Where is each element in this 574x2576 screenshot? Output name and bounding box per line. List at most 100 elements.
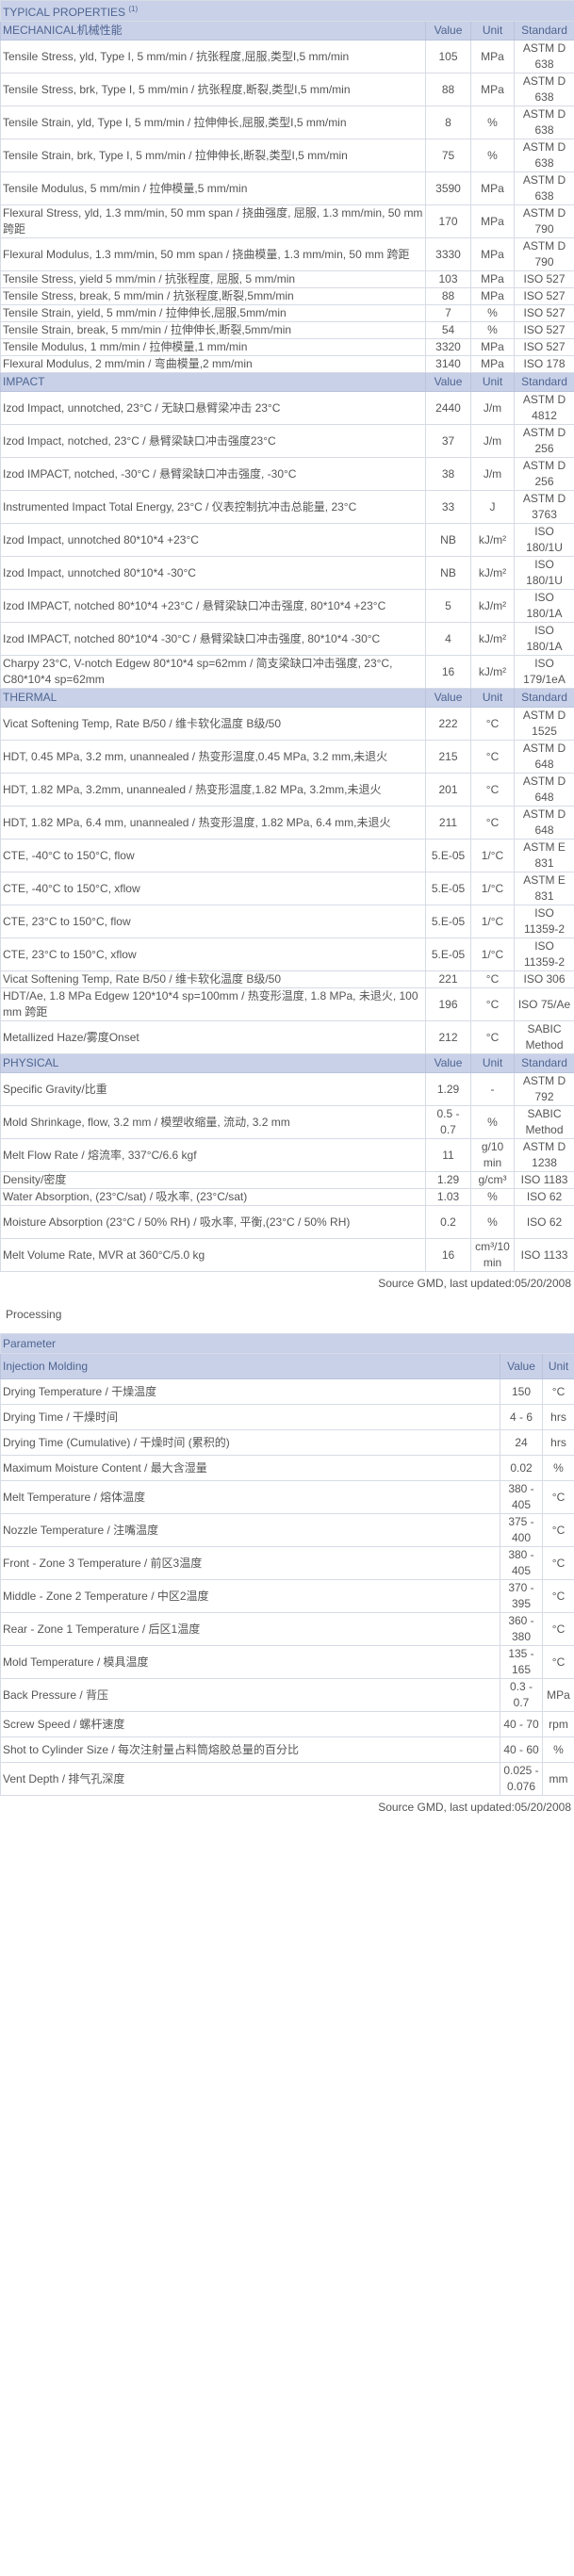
property-unit: 1/°C [470, 937, 515, 971]
processing-unit: °C [542, 1645, 574, 1679]
processing-parameter: Front - Zone 3 Temperature / 前区3温度 [0, 1546, 500, 1580]
property-name: HDT, 0.45 MPa, 3.2 mm, unannealed / 热变形温… [0, 740, 426, 774]
processing-parameter: Rear - Zone 1 Temperature / 后区1温度 [0, 1612, 500, 1646]
property-value: 1.29 [425, 1072, 471, 1106]
property-unit: 1/°C [470, 905, 515, 938]
property-standard: ASTM D 792 [513, 1072, 574, 1106]
unit-header: Unit [470, 21, 515, 41]
processing-parameter: Shot to Cylinder Size / 每次注射量占料筒熔胶总量的百分比 [0, 1736, 500, 1763]
property-value: 88 [425, 73, 471, 106]
value-header: Value [425, 1053, 471, 1073]
property-unit: % [470, 1188, 515, 1206]
processing-row: Nozzle Temperature / 注嘴温度 375 - 400 °C [0, 1513, 574, 1547]
property-row: Vicat Softening Temp, Rate B/50 / 维卡软化温度… [0, 970, 574, 988]
property-value: 105 [425, 40, 471, 73]
processing-unit: °C [542, 1612, 574, 1646]
processing-row: Rear - Zone 1 Temperature / 后区1温度 360 - 3… [0, 1612, 574, 1646]
property-unit: °C [470, 806, 515, 840]
processing-unit: °C [542, 1378, 574, 1405]
property-unit: % [470, 106, 515, 139]
processing-value: 135 - 165 [500, 1645, 543, 1679]
property-name: Metallized Haze/雾度Onset [0, 1020, 426, 1054]
property-row: HDT, 1.82 MPa, 6.4 mm, unannealed / 热变形温… [0, 806, 574, 840]
property-unit: J/m [470, 457, 515, 491]
processing-parameter: Nozzle Temperature / 注嘴温度 [0, 1513, 500, 1547]
property-name: Izod Impact, notched, 23°C / 悬臂梁缺口冲击强度23… [0, 424, 426, 458]
processing-unit: hrs [542, 1404, 574, 1430]
property-standard: ISO 180/1U [513, 556, 574, 590]
typical-properties-title: TYPICAL PROPERTIES (1) [0, 0, 574, 22]
property-name: Melt Flow Rate / 熔流率, 337°C/6.6 kgf [0, 1138, 426, 1172]
processing-unit: rpm [542, 1711, 574, 1737]
property-standard: ISO 75/Ae [513, 987, 574, 1021]
property-name: Izod IMPACT, notched, -30°C / 悬臂梁缺口冲击强度,… [0, 457, 426, 491]
property-row: Specific Gravity/比重 1.29- ASTM D 792 [0, 1072, 574, 1106]
property-standard: ISO 62 [513, 1188, 574, 1206]
typical-properties-title-row: TYPICAL PROPERTIES (1) [0, 0, 574, 22]
property-row: Tensile Stress, break, 5 mm/min / 抗张程度,断… [0, 287, 574, 305]
property-standard: ASTM D 638 [513, 171, 574, 205]
processing-unit: MPa [542, 1678, 574, 1712]
processing-row: Vent Depth / 排气孔深度 0.025 - 0.076 mm [0, 1762, 574, 1796]
section-name: IMPACT [0, 372, 426, 392]
property-name: Melt Volume Rate, MVR at 360°C/5.0 kg [0, 1238, 426, 1272]
property-value: 3590 [425, 171, 471, 205]
property-name: HDT, 1.82 MPa, 6.4 mm, unannealed / 热变形温… [0, 806, 426, 840]
property-standard: ASTM D 3763 [513, 490, 574, 524]
property-standard: ISO 180/1A [513, 622, 574, 656]
property-unit: kJ/m² [470, 523, 515, 557]
processing-parameter-header-row: Parameter [0, 1333, 574, 1354]
property-value: 37 [425, 424, 471, 458]
property-row: Vicat Softening Temp, Rate B/50 / 维卡软化温度… [0, 707, 574, 741]
property-standard: ISO 62 [513, 1205, 574, 1239]
property-unit: MPa [470, 73, 515, 106]
property-value: 5.E-05 [425, 872, 471, 905]
processing-unit: mm [542, 1762, 574, 1796]
property-name: HDT, 1.82 MPa, 3.2mm, unannealed / 热变形温度… [0, 773, 426, 807]
property-standard: ISO 527 [513, 321, 574, 339]
property-name: CTE, -40°C to 150°C, flow [0, 839, 426, 872]
property-value: 5.E-05 [425, 905, 471, 938]
property-unit: MPa [470, 204, 515, 238]
property-value: 5 [425, 589, 471, 623]
property-row: Water Absorption, (23°C/sat) / 吸水率, (23°… [0, 1188, 574, 1206]
property-value: 0.5 - 0.7 [425, 1105, 471, 1139]
property-unit: MPa [470, 270, 515, 288]
value-header: Value [425, 21, 471, 41]
property-row: Mold Shrinkage, flow, 3.2 mm / 模塑收缩量, 流动… [0, 1105, 574, 1139]
property-row: Charpy 23°C, V-notch Edgew 80*10*4 sp=62… [0, 655, 574, 689]
property-unit: kJ/m² [470, 556, 515, 590]
property-standard: SABIC Method [513, 1105, 574, 1139]
processing-row: Shot to Cylinder Size / 每次注射量占料筒熔胶总量的百分比… [0, 1736, 574, 1763]
property-value: 11 [425, 1138, 471, 1172]
processing-unit: % [542, 1455, 574, 1481]
property-name: Tensile Stress, break, 5 mm/min / 抗张程度,断… [0, 287, 426, 305]
property-name: Tensile Strain, break, 5 mm/min / 拉伸伸长,断… [0, 321, 426, 339]
property-unit: MPa [470, 355, 515, 373]
property-name: CTE, 23°C to 150°C, flow [0, 905, 426, 938]
property-unit: % [470, 321, 515, 339]
property-value: 7 [425, 304, 471, 322]
processing-title: Processing [6, 1308, 62, 1321]
processing-unit: °C [542, 1513, 574, 1547]
property-standard: ISO 527 [513, 304, 574, 322]
property-row: CTE, 23°C to 150°C, flow 5.E-05 1/°C ISO 11… [0, 905, 574, 938]
section-name: MECHANICAL机械性能 [0, 21, 426, 41]
value-header: Value [425, 688, 471, 708]
property-standard: ASTM E 831 [513, 872, 574, 905]
property-standard: ISO 180/1A [513, 589, 574, 623]
property-standard: ASTM D 638 [513, 40, 574, 73]
property-name: Instrumented Impact Total Energy, 23°C /… [0, 490, 426, 524]
property-unit: - [470, 1072, 515, 1106]
processing-value: 380 - 405 [500, 1480, 543, 1514]
property-unit: MPa [470, 237, 515, 271]
property-name: Tensile Stress, yld, Type I, 5 mm/min / … [0, 40, 426, 73]
property-unit: °C [470, 970, 515, 988]
property-value: 103 [425, 270, 471, 288]
property-unit: kJ/m² [470, 622, 515, 656]
property-value: 1.03 [425, 1188, 471, 1206]
property-unit: J/m [470, 391, 515, 425]
processing-row: Drying Temperature / 干燥温度 150 °C [0, 1378, 574, 1405]
processing-unit: hrs [542, 1429, 574, 1456]
property-standard: ISO 178 [513, 355, 574, 373]
